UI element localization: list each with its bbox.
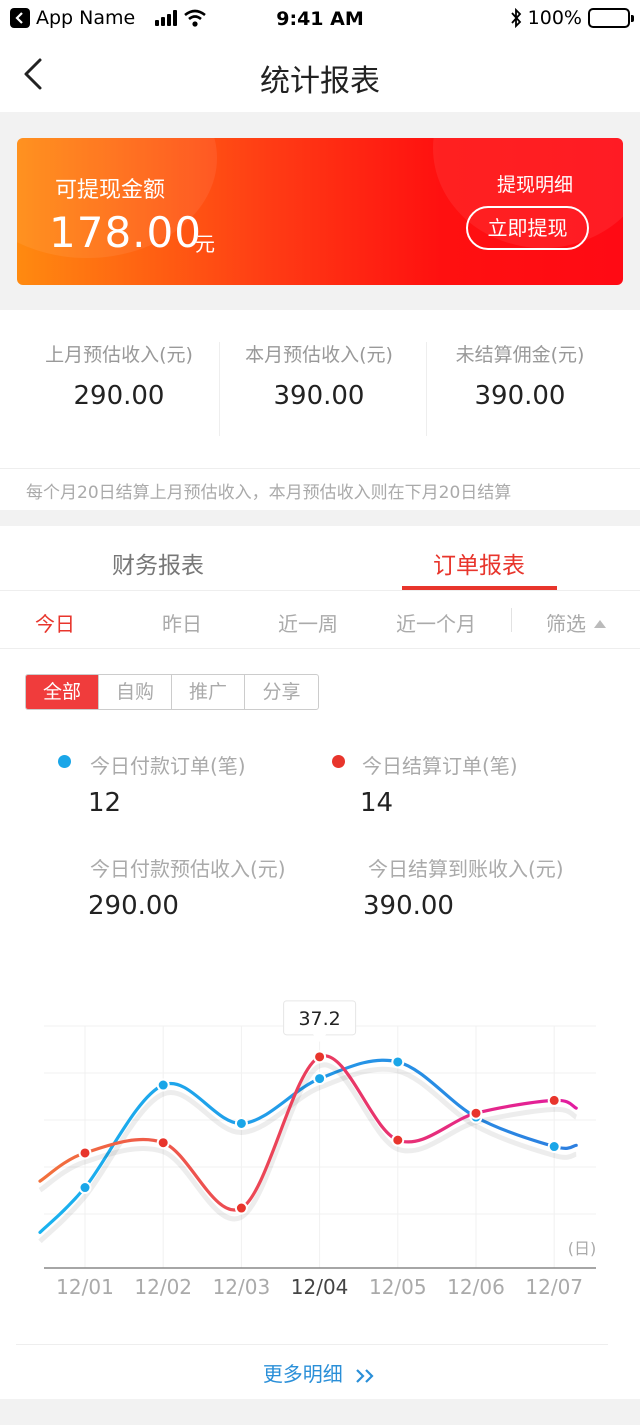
x-unit-label: (日) — [568, 1239, 597, 1258]
stat-value: 290.00 — [73, 381, 165, 411]
x-tick-label: 12/07 — [525, 1275, 583, 1299]
metric-paid-income-value: 290.00 — [88, 891, 179, 921]
segment-self-buy[interactable]: 自购 — [99, 675, 172, 709]
period-month[interactable]: 近一个月 — [396, 608, 476, 637]
stat-label: 本月预估收入(元) — [245, 344, 393, 366]
data-point — [313, 1050, 327, 1064]
divider — [0, 468, 640, 469]
segment-all[interactable]: 全部 — [26, 675, 99, 709]
report-section: 财务报表 订单报表 今日 昨日 近一周 近一个月 筛选 全部 自购 推广 分享 … — [0, 526, 640, 1399]
data-point — [234, 1201, 248, 1215]
red-legend-dot — [332, 755, 345, 768]
more-details-link[interactable]: 更多明细 — [0, 1358, 640, 1387]
filter-label: 筛选 — [546, 612, 586, 636]
data-point — [313, 1072, 327, 1086]
data-point — [78, 1146, 92, 1160]
x-tick-label: 12/04 — [291, 1275, 349, 1299]
balance-label: 可提现金额 — [55, 178, 166, 203]
order-source-segment: 全部 自购 推广 分享 — [25, 674, 319, 710]
stat-unsettled: 未结算佣金(元) 390.00 — [420, 340, 620, 411]
metric-settled-income-value: 390.00 — [363, 891, 454, 921]
income-stats: 上月预估收入(元) 290.00 本月预估收入(元) 390.00 未结算佣金(… — [0, 310, 640, 510]
data-point — [156, 1136, 170, 1150]
nav-bar: 统计报表 — [0, 40, 640, 112]
x-tick-label: 12/06 — [447, 1275, 505, 1299]
tooltip-value: 37.2 — [298, 1008, 340, 1030]
x-tick-label: 12/02 — [134, 1275, 192, 1299]
x-tick-label: 12/03 — [213, 1275, 271, 1299]
balance-card: 可提现金额 178.00 元 提现明细 立即提现 — [17, 138, 623, 285]
metric-paid-orders-value: 12 — [88, 788, 122, 818]
more-details-label: 更多明细 — [262, 1362, 343, 1386]
balance-amount: 178.00 — [49, 208, 202, 257]
data-point — [547, 1140, 561, 1154]
stat-label: 未结算佣金(元) — [455, 344, 585, 366]
metric-paid-orders-label: 今日付款订单(笔) — [90, 754, 246, 778]
data-point — [547, 1093, 561, 1107]
segment-share[interactable]: 分享 — [245, 675, 318, 709]
stat-last-month: 上月预估收入(元) 290.00 — [19, 340, 219, 411]
metric-settled-income-label: 今日结算到账收入(元) — [368, 857, 564, 881]
divider — [511, 608, 512, 632]
page-title: 统计报表 — [260, 64, 380, 99]
balance-unit: 元 — [195, 232, 215, 256]
withdraw-detail-link[interactable]: 提现明细 — [497, 170, 573, 197]
divider — [0, 648, 640, 649]
segment-promote[interactable]: 推广 — [172, 675, 245, 709]
order-line-chart: 37.2 12/01 12/02 12/03 12/04 12/05 12/06 12/07 (… — [38, 1000, 597, 1299]
metric-settled-orders-value: 14 — [360, 788, 394, 818]
data-point — [156, 1078, 170, 1092]
x-tick-label: 12/05 — [369, 1275, 427, 1299]
tooltip-pointer — [312, 1033, 327, 1042]
period-today[interactable]: 今日 — [35, 608, 75, 637]
data-point — [469, 1106, 483, 1120]
tab-finance-report[interactable]: 财务报表 — [112, 546, 204, 580]
status-bar-right: 100% — [510, 7, 634, 29]
x-tick-label: 12/01 — [56, 1275, 114, 1299]
series-shadow — [38, 1066, 577, 1244]
stat-label: 上月预估收入(元) — [45, 344, 193, 366]
stat-value: 390.00 — [273, 381, 365, 411]
battery-icon — [588, 8, 634, 28]
data-point — [234, 1116, 248, 1130]
status-bar: App Name 9:41 AM 100% — [0, 0, 640, 40]
double-chevron-right-icon — [356, 1368, 374, 1383]
settlement-note: 每个月20日结算上月预估收入，本月预估收入则在下月20日结算 — [26, 483, 512, 503]
battery-percent: 100% — [527, 7, 582, 29]
metric-settled-orders-label: 今日结算订单(笔) — [362, 754, 518, 778]
bluetooth-icon — [510, 8, 521, 28]
stat-this-month: 本月预估收入(元) 390.00 — [219, 340, 419, 411]
divider — [16, 1344, 608, 1345]
blue-legend-dot — [58, 755, 71, 768]
metric-paid-income-label: 今日付款预估收入(元) — [90, 857, 286, 881]
period-yesterday[interactable]: 昨日 — [162, 608, 202, 637]
data-point — [391, 1055, 405, 1069]
tab-order-report[interactable]: 订单报表 — [433, 546, 525, 580]
caret-up-icon — [594, 619, 606, 628]
data-point — [391, 1133, 405, 1147]
data-point — [78, 1181, 92, 1195]
withdraw-button[interactable]: 立即提现 — [466, 206, 589, 250]
period-week[interactable]: 近一周 — [278, 608, 338, 637]
stat-value: 390.00 — [474, 381, 566, 411]
balance-section: 可提现金额 178.00 元 提现明细 立即提现 — [0, 112, 640, 310]
filter-button[interactable]: 筛选 — [546, 608, 606, 637]
divider — [0, 590, 640, 591]
